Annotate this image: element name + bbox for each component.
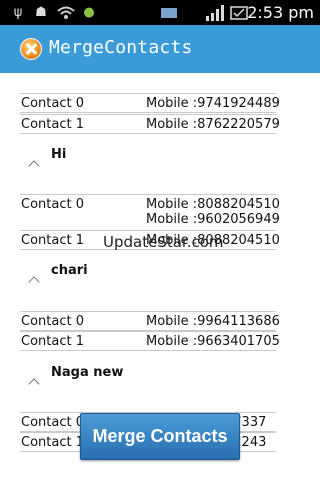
group-title: Naga new (51, 365, 124, 380)
sd-card-icon (160, 0, 178, 25)
group-title: Hi (51, 147, 67, 162)
chevron-up-icon[interactable] (28, 378, 40, 390)
list-item[interactable]: Contact 1 Mobile :9663401705 (20, 331, 280, 351)
android-icon: ☗ (35, 5, 47, 20)
contact-name: Contact 0 (21, 96, 84, 111)
contact-name: Contact 1 (21, 233, 84, 248)
group-title: chari (51, 263, 88, 278)
signal-icon (205, 0, 225, 25)
list-item[interactable]: Contact 0 Mobile :9964113686 (20, 311, 280, 331)
wifi-icon (57, 0, 75, 25)
contact-mobile: Mobile :8088204510 (146, 197, 280, 212)
chevron-up-icon[interactable] (28, 160, 40, 172)
contact-mobile: Mobile :9602056949 (146, 212, 280, 227)
merge-contacts-button[interactable]: Merge Contacts (80, 413, 240, 460)
contact-mobile: Mobile :8762220579 (146, 117, 280, 132)
contact-mobile: Mobile :9741924489 (146, 96, 280, 111)
usb-icon: ψ (13, 5, 23, 20)
watermark: UpdateStar.com (103, 233, 224, 251)
chevron-up-icon[interactable] (28, 276, 40, 288)
contact-name: Contact 1 (21, 435, 84, 450)
status-time: 2:53 pm (247, 3, 314, 22)
contact-name: Contact 0 (21, 415, 84, 430)
list-item[interactable]: Contact 0 Mobile :9741924489 (20, 93, 280, 113)
app-title: MergeContacts (49, 37, 193, 58)
contact-mobile: Mobile :9964113686 (146, 314, 280, 329)
status-bar: ψ ☗ ● 2:53 pm (0, 0, 320, 25)
contact-name: Contact 0 (21, 197, 84, 212)
android-icon: ● (83, 5, 95, 20)
action-bar: MergeContacts (0, 25, 320, 73)
list-item[interactable]: Contact 0 Mobile :8088204510 Mobile :960… (20, 194, 280, 231)
contact-name: Contact 1 (21, 117, 84, 132)
battery-icon (230, 0, 248, 25)
contact-name: Contact 0 (21, 314, 84, 329)
contact-mobile: Mobile :9663401705 (146, 334, 280, 349)
app-icon[interactable] (20, 38, 42, 60)
list-item[interactable]: Contact 1 Mobile :8762220579 (20, 114, 280, 134)
contact-name: Contact 1 (21, 334, 84, 349)
